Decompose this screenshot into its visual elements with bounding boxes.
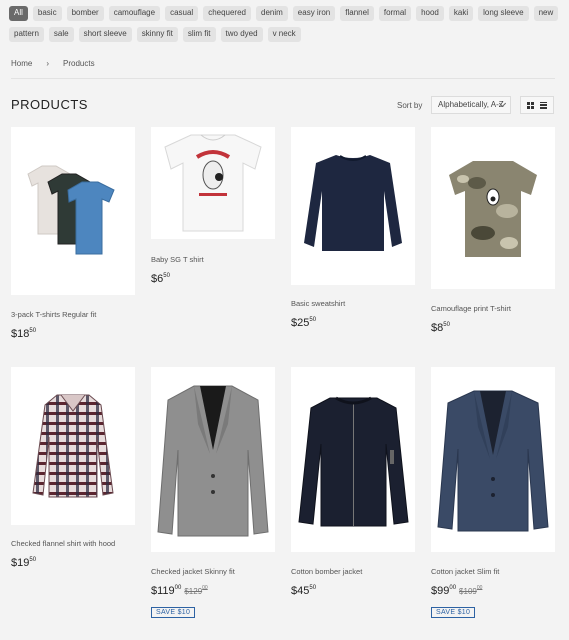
product-image[interactable] [291,367,415,552]
product-name[interactable]: Checked jacket Skinny fit [151,567,235,576]
divider [11,78,555,79]
tag-filter-list: All basic bomber camouflage casual chequ… [9,6,561,42]
tag-flannel[interactable]: flannel [340,6,374,21]
breadcrumb: Home › Products [11,59,95,68]
sort-select[interactable]: Alphabetically, A-Z [431,96,511,114]
save-badge: SAVE $10 [151,607,196,618]
product-price: $850 [431,322,450,334]
tag-chequered[interactable]: chequered [203,6,251,21]
tag-easy-iron[interactable]: easy iron [292,6,336,21]
tag-kaki[interactable]: kaki [448,6,474,21]
tshirt-pack-image [27,165,115,255]
breadcrumb-separator: › [46,59,50,68]
tag-new[interactable]: new [533,6,559,21]
product-price: $2550 [291,317,317,329]
breadcrumb-home[interactable]: Home [11,59,32,68]
tag-two-dyed[interactable]: two dyed [220,27,263,42]
product-price: $4550 [291,585,317,597]
tag-slim-fit[interactable]: slim fit [182,27,216,42]
tag-denim[interactable]: denim [256,6,288,21]
tag-camouflage[interactable]: camouflage [108,6,161,21]
product-image[interactable] [151,367,275,552]
navy-cotton-jacket-image [437,390,549,531]
product-image[interactable] [11,127,135,295]
grey-checked-jacket-image [157,385,269,536]
product-price: $9900 $10900 [431,585,483,597]
breadcrumb-current: Products [63,59,95,68]
product-name[interactable]: Cotton bomber jacket [291,567,362,576]
tag-skinny-fit[interactable]: skinny fit [136,27,178,42]
sort-by-label: Sort by [397,101,423,110]
grid-view-icon[interactable] [527,101,534,109]
compare-at-price: $10900 [459,585,483,596]
product-image[interactable] [431,367,555,552]
tag-short-sleeve[interactable]: short sleeve [78,27,132,42]
product-price: $650 [151,273,170,285]
product-image[interactable] [151,127,275,239]
tag-bomber[interactable]: bomber [66,6,104,21]
tag-casual[interactable]: casual [165,6,199,21]
list-view-icon[interactable] [540,101,547,109]
product-name[interactable]: Checked flannel shirt with hood [11,539,115,548]
product-name[interactable]: 3-pack T-shirts Regular fit [11,310,96,319]
compare-at-price: $12900 [184,585,208,596]
product-image[interactable] [431,127,555,289]
tag-sale[interactable]: sale [48,27,74,42]
product-name[interactable]: Baby SG T shirt [151,255,204,264]
tag-v-neck[interactable]: v neck [267,27,301,42]
tag-pattern[interactable]: pattern [9,27,44,42]
camouflage-tshirt-image [449,161,537,257]
page-title: PRODUCTS [11,97,88,112]
tag-all[interactable]: All [9,6,28,21]
tag-hood[interactable]: hood [416,6,444,21]
product-price: $1950 [11,557,37,569]
tag-long-sleeve[interactable]: long sleeve [478,6,529,21]
bomber-jacket-image [297,396,409,526]
checked-flannel-shirt-image [32,394,114,497]
product-name[interactable]: Basic sweatshirt [291,299,345,308]
tag-formal[interactable]: formal [378,6,412,21]
product-price: $11900 $12900 [151,585,208,597]
tag-basic[interactable]: basic [32,6,62,21]
product-price: $1850 [11,328,37,340]
view-toggle [520,96,554,114]
navy-sweatshirt-image [304,155,402,251]
save-badge: SAVE $10 [431,607,476,618]
sort-select-value: Alphabetically, A-Z [438,100,504,109]
product-name[interactable]: Camouflage print T-shirt [431,304,511,313]
white-tshirt-image [164,134,262,232]
product-name[interactable]: Cotton jacket Slim fit [431,567,499,576]
product-image[interactable] [291,127,415,285]
product-image[interactable] [11,367,135,525]
